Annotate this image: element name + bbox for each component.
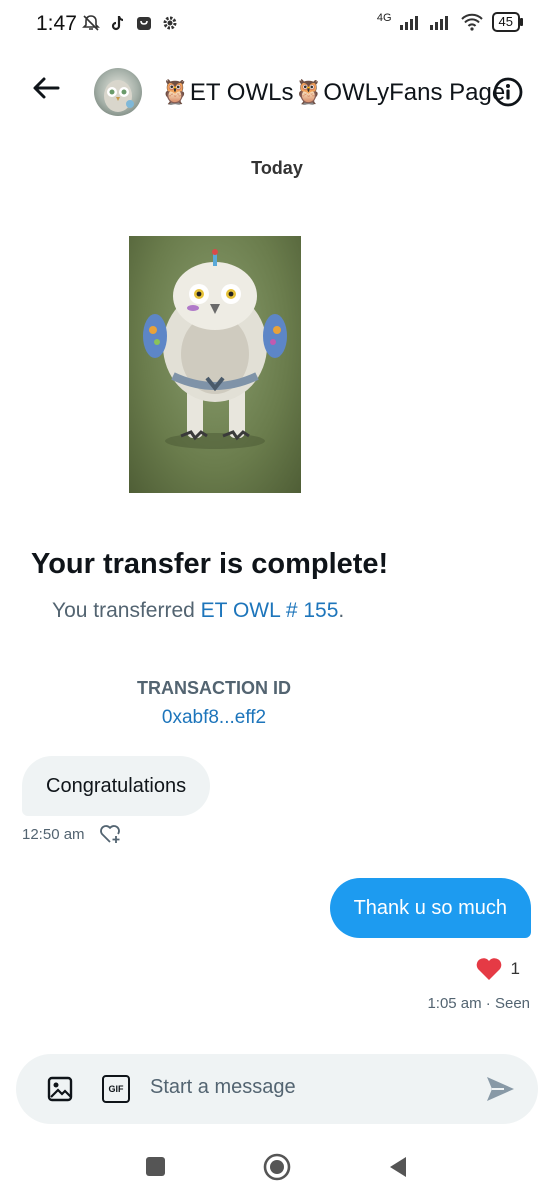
signal-icon: [399, 16, 418, 30]
incoming-message-bubble[interactable]: Congratulations: [22, 756, 211, 816]
wifi-icon: [460, 13, 483, 31]
transfer-desc-suffix: .: [338, 599, 345, 622]
message-text: Congratulations: [46, 774, 187, 797]
send-icon[interactable]: [484, 1074, 516, 1104]
network-type: 4G: [376, 12, 392, 24]
owl-nft-illustration: [143, 249, 287, 449]
muted-bell-icon: [82, 15, 100, 31]
outgoing-message-bubble[interactable]: Thank u so much: [329, 878, 531, 938]
shopping-bag-icon: [137, 17, 151, 30]
message-timestamp-seen: 1:05 am · Seen: [427, 995, 530, 1012]
gif-button[interactable]: GIF: [102, 1075, 130, 1103]
transfer-desc-prefix: You transferred: [52, 599, 201, 622]
transaction-id-label: TRANSACTION ID: [137, 678, 291, 698]
battery-indicator: 45: [491, 12, 524, 32]
status-right: 4G 45: [376, 12, 524, 32]
date-separator: Today: [251, 158, 303, 178]
home-button-icon[interactable]: [262, 1152, 292, 1182]
status-bar: 1:47 4G 45: [0, 0, 554, 50]
system-nav-bar: [0, 1140, 554, 1200]
gear-icon: [163, 16, 177, 30]
image-icon[interactable]: [46, 1075, 74, 1103]
status-time: 1:47: [36, 12, 77, 35]
chat-title[interactable]: 🦉ET OWLs🦉OWLyFans Page: [160, 78, 505, 107]
message-timestamp: 12:50 am: [22, 826, 85, 843]
info-icon[interactable]: [492, 76, 524, 108]
arrow-left-icon[interactable]: [30, 72, 62, 104]
transfer-title: Your transfer is complete!: [31, 548, 389, 580]
signal-icon-2: [429, 16, 448, 30]
recents-button[interactable]: [146, 1157, 165, 1176]
nft-name-link[interactable]: ET OWL # 155: [201, 599, 339, 622]
transfer-description: You transferred ET OWL # 155.: [52, 599, 344, 623]
message-reaction[interactable]: 1: [475, 956, 520, 982]
message-composer: GIF Start a message: [16, 1054, 538, 1124]
tiktok-icon: [111, 15, 124, 31]
gif-label: GIF: [108, 1084, 124, 1094]
message-text: Thank u so much: [353, 896, 507, 919]
message-input[interactable]: Start a message: [150, 1076, 296, 1099]
back-triangle-icon[interactable]: [388, 1155, 408, 1179]
heart-icon: [476, 958, 501, 980]
avatar[interactable]: [94, 68, 142, 116]
chat-header: 🦉ET OWLs🦉OWLyFans Page: [0, 58, 554, 128]
add-reaction-heart-icon[interactable]: [98, 823, 122, 845]
reaction-count: 1: [510, 959, 520, 978]
transaction-id-link[interactable]: 0xabf8...eff2: [0, 707, 428, 729]
nft-image[interactable]: [129, 236, 301, 493]
owl-avatar-image: [104, 80, 134, 112]
